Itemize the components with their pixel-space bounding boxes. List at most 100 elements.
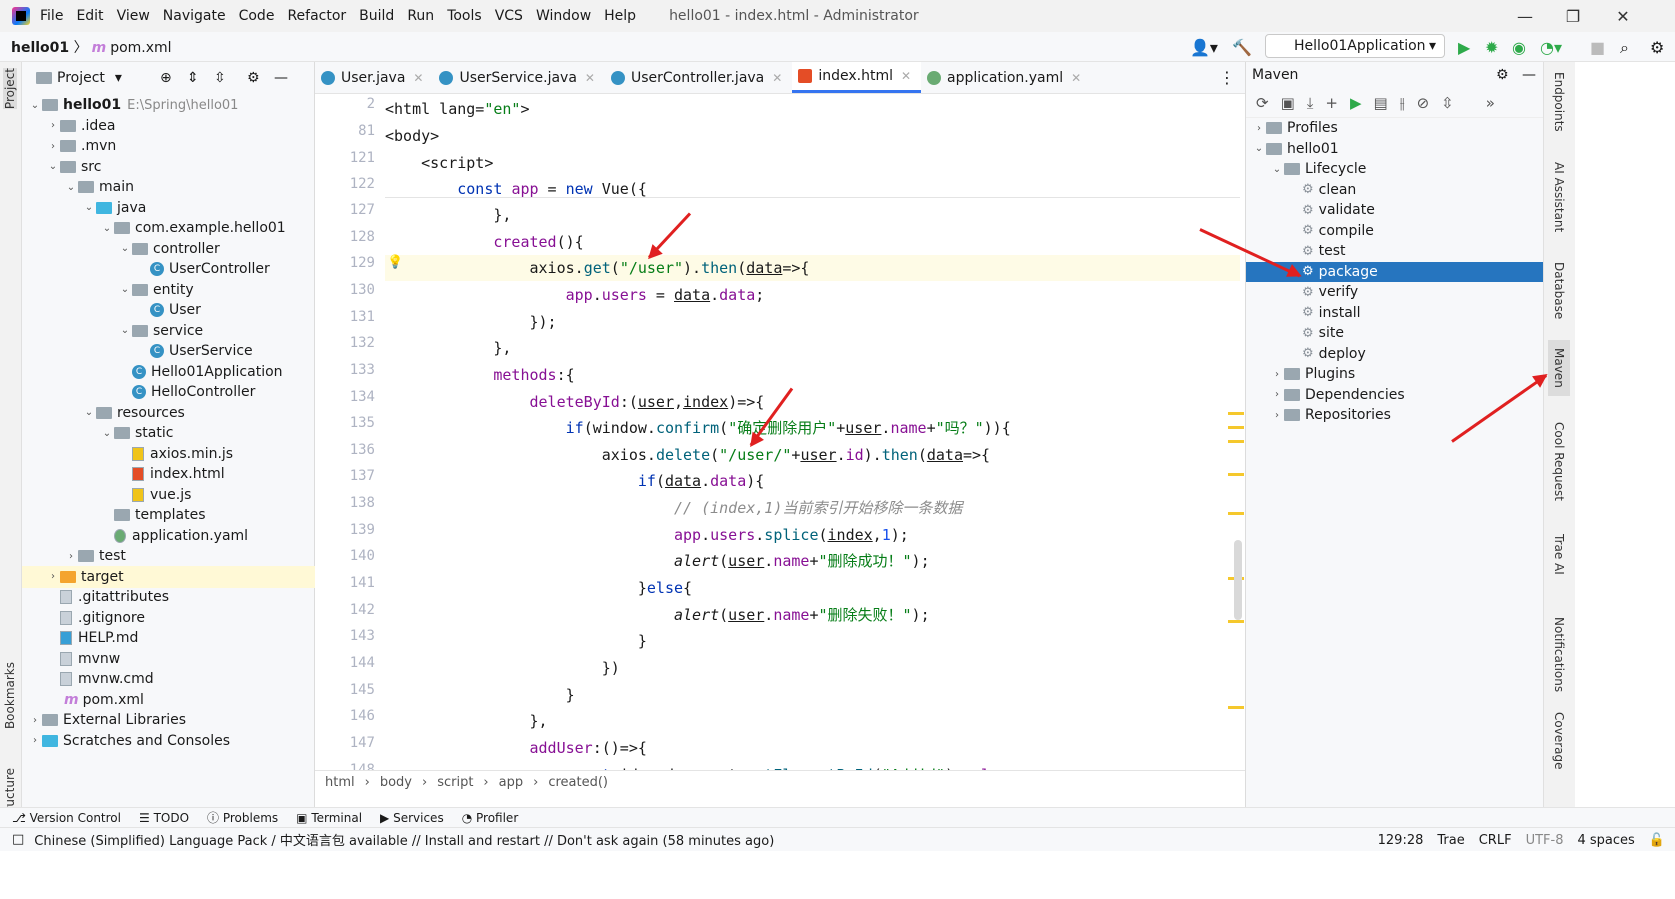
code-line[interactable]: methods:{ xyxy=(385,362,1240,388)
profile-icon[interactable]: ◔▾ xyxy=(1540,38,1562,57)
tree-item[interactable]: ⌄ src xyxy=(22,156,315,178)
trae-ai-tool-button[interactable]: Trae AI xyxy=(1552,534,1566,575)
menu-item-build[interactable]: Build xyxy=(359,8,394,24)
cool-request-tool-button[interactable]: Cool Request xyxy=(1552,422,1566,501)
tree-item[interactable]: C UserController xyxy=(22,258,315,280)
file-encoding[interactable]: UTF-8 xyxy=(1526,833,1564,848)
tree-item[interactable]: › Scratches and Consoles xyxy=(22,730,315,752)
user-icon[interactable]: 👤▾ xyxy=(1190,38,1218,57)
tool-terminal[interactable]: ▣ Terminal xyxy=(296,811,362,825)
maven-tree-item[interactable]: ⚙ deploy xyxy=(1246,344,1544,364)
breadcrumb-item[interactable]: created() xyxy=(548,775,608,790)
maven-tree-item[interactable]: ⚙ install xyxy=(1246,303,1544,323)
code-line[interactable]: addUser:()=>{ xyxy=(385,735,1240,761)
maven-tool-button[interactable]: Maven xyxy=(1548,340,1570,396)
toggle-offline-icon[interactable]: ⫲ xyxy=(1400,94,1405,112)
tree-item[interactable]: m pom.xml xyxy=(22,689,315,711)
tree-item[interactable]: C Hello01Application xyxy=(22,361,315,383)
file-crumb[interactable]: pom.xml xyxy=(110,40,171,56)
chevron-icon[interactable]: › xyxy=(46,571,60,582)
hide-panel-icon[interactable]: — xyxy=(274,70,288,86)
tab-usercontroller-java[interactable]: UserController.java ✕ xyxy=(605,62,792,93)
more-tabs-icon[interactable]: ⋮ xyxy=(1219,68,1235,87)
warning-marker[interactable] xyxy=(1228,512,1244,515)
tab-user-java[interactable]: User.java ✕ xyxy=(315,62,433,93)
tree-item[interactable]: ⌄ com.example.hello01 xyxy=(22,217,315,239)
tool-services[interactable]: ▶ Services xyxy=(380,811,444,825)
bookmarks-tool-button[interactable]: Bookmarks xyxy=(3,662,17,729)
breadcrumb-item[interactable]: script xyxy=(437,775,473,790)
code-line[interactable]: deleteById:(user,index)=>{ xyxy=(385,389,1240,415)
code-line[interactable]: alert(user.name+"删除成功！"); xyxy=(385,548,1240,574)
tree-item[interactable]: HELP.md xyxy=(22,627,315,649)
execute-goal-icon[interactable]: ▤ xyxy=(1374,94,1388,112)
code-line[interactable]: }, xyxy=(385,708,1240,734)
coverage-tool-button[interactable]: Coverage xyxy=(1552,712,1566,770)
add-icon[interactable]: + xyxy=(1325,94,1338,112)
warning-marker[interactable] xyxy=(1228,620,1244,623)
menu-item-vcs[interactable]: VCS xyxy=(495,8,523,24)
maven-tree-item[interactable]: ⚙ validate xyxy=(1246,200,1544,220)
tree-item[interactable]: .gitattributes xyxy=(22,586,315,608)
chevron-icon[interactable]: › xyxy=(1252,123,1266,134)
endpoints-tool-button[interactable]: Endpoints xyxy=(1552,72,1566,132)
tree-item[interactable]: ⌄ service xyxy=(22,320,315,342)
chevron-icon[interactable]: › xyxy=(28,735,42,746)
debug-icon[interactable]: ✹ xyxy=(1485,38,1498,57)
menu-item-edit[interactable]: Edit xyxy=(76,8,103,24)
tree-item[interactable]: ⌄ hello01 E:\Spring\hello01 xyxy=(22,94,315,116)
tree-item[interactable]: C User xyxy=(22,299,315,321)
close-tab-icon[interactable]: ✕ xyxy=(1071,71,1081,85)
maven-tree-item[interactable]: ⚙ site xyxy=(1246,323,1544,343)
code-line[interactable]: }) xyxy=(385,655,1240,681)
code-line[interactable]: } xyxy=(385,628,1240,654)
trae-status[interactable]: Trae xyxy=(1437,833,1464,848)
tree-item[interactable]: C UserService xyxy=(22,340,315,362)
project-panel-title[interactable]: Project xyxy=(57,70,105,86)
chevron-icon[interactable]: ⌄ xyxy=(100,223,114,234)
menu-item-view[interactable]: View xyxy=(117,8,150,24)
maven-tree-item[interactable]: ⚙ clean xyxy=(1246,180,1544,200)
tab-userservice-java[interactable]: UserService.java ✕ xyxy=(433,62,605,93)
chevron-icon[interactable]: ⌄ xyxy=(1270,164,1284,175)
indent-setting[interactable]: 4 spaces xyxy=(1577,833,1634,848)
build-hammer-icon[interactable]: 🔨 xyxy=(1232,38,1252,57)
maven-tree-item[interactable]: ⚙ test xyxy=(1246,241,1544,261)
tool-profiler[interactable]: ◔ Profiler xyxy=(462,811,519,825)
tree-item[interactable]: › test xyxy=(22,545,315,567)
tree-item[interactable]: ⌄ main xyxy=(22,176,315,198)
project-crumb[interactable]: hello01 xyxy=(11,40,69,56)
lock-icon[interactable]: 🔓 xyxy=(1649,833,1665,848)
chevron-icon[interactable]: ⌄ xyxy=(118,325,132,336)
reload-icon[interactable]: ⟳ xyxy=(1256,94,1269,112)
code-line[interactable]: created(){ xyxy=(385,229,1240,255)
code-line[interactable]: // (index,1)当前索引开始移除一条数据 xyxy=(385,495,1240,521)
tree-item[interactable]: mvnw.cmd xyxy=(22,668,315,690)
tree-item[interactable]: ⌄ static xyxy=(22,422,315,444)
close-tab-icon[interactable]: ✕ xyxy=(585,71,595,85)
chevron-icon[interactable]: ⌄ xyxy=(118,243,132,254)
chevron-icon[interactable]: ⌄ xyxy=(64,182,78,193)
maven-tree-item[interactable]: ⌄ Lifecycle xyxy=(1246,159,1544,179)
tree-item[interactable]: axios.min.js xyxy=(22,443,315,465)
run-icon[interactable]: ▶ xyxy=(1458,38,1470,57)
code-line[interactable]: axios.delete("/user/"+user.id).then(data… xyxy=(385,442,1240,468)
collapse-icon[interactable]: ⇳ xyxy=(1441,94,1454,112)
tree-item[interactable]: › External Libraries xyxy=(22,709,315,731)
tree-item[interactable]: index.html xyxy=(22,463,315,485)
line-separator[interactable]: CRLF xyxy=(1479,833,1512,848)
maven-tree-item[interactable]: ⌄ hello01 xyxy=(1246,139,1544,159)
chevron-icon[interactable]: › xyxy=(46,120,60,131)
tree-item[interactable]: mvnw xyxy=(22,648,315,670)
coverage-icon[interactable]: ◉ xyxy=(1512,38,1526,57)
tool-problems[interactable]: ⓘ Problems xyxy=(207,809,278,826)
settings-gear-icon[interactable]: ⚙ xyxy=(1650,38,1664,57)
close-tab-icon[interactable]: ✕ xyxy=(772,71,782,85)
expand-all-icon[interactable]: ⇕ xyxy=(187,70,199,86)
warning-marker[interactable] xyxy=(1228,426,1244,429)
chevron-icon[interactable]: ⌄ xyxy=(1252,143,1266,154)
run-configuration-select[interactable]: Hello01Application ▾ xyxy=(1265,34,1445,58)
maven-tree-item[interactable]: › Profiles xyxy=(1246,118,1544,138)
breadcrumb[interactable]: hello01 〉 m pom.xml xyxy=(11,37,172,57)
tree-item[interactable]: ⌄ controller xyxy=(22,238,315,260)
